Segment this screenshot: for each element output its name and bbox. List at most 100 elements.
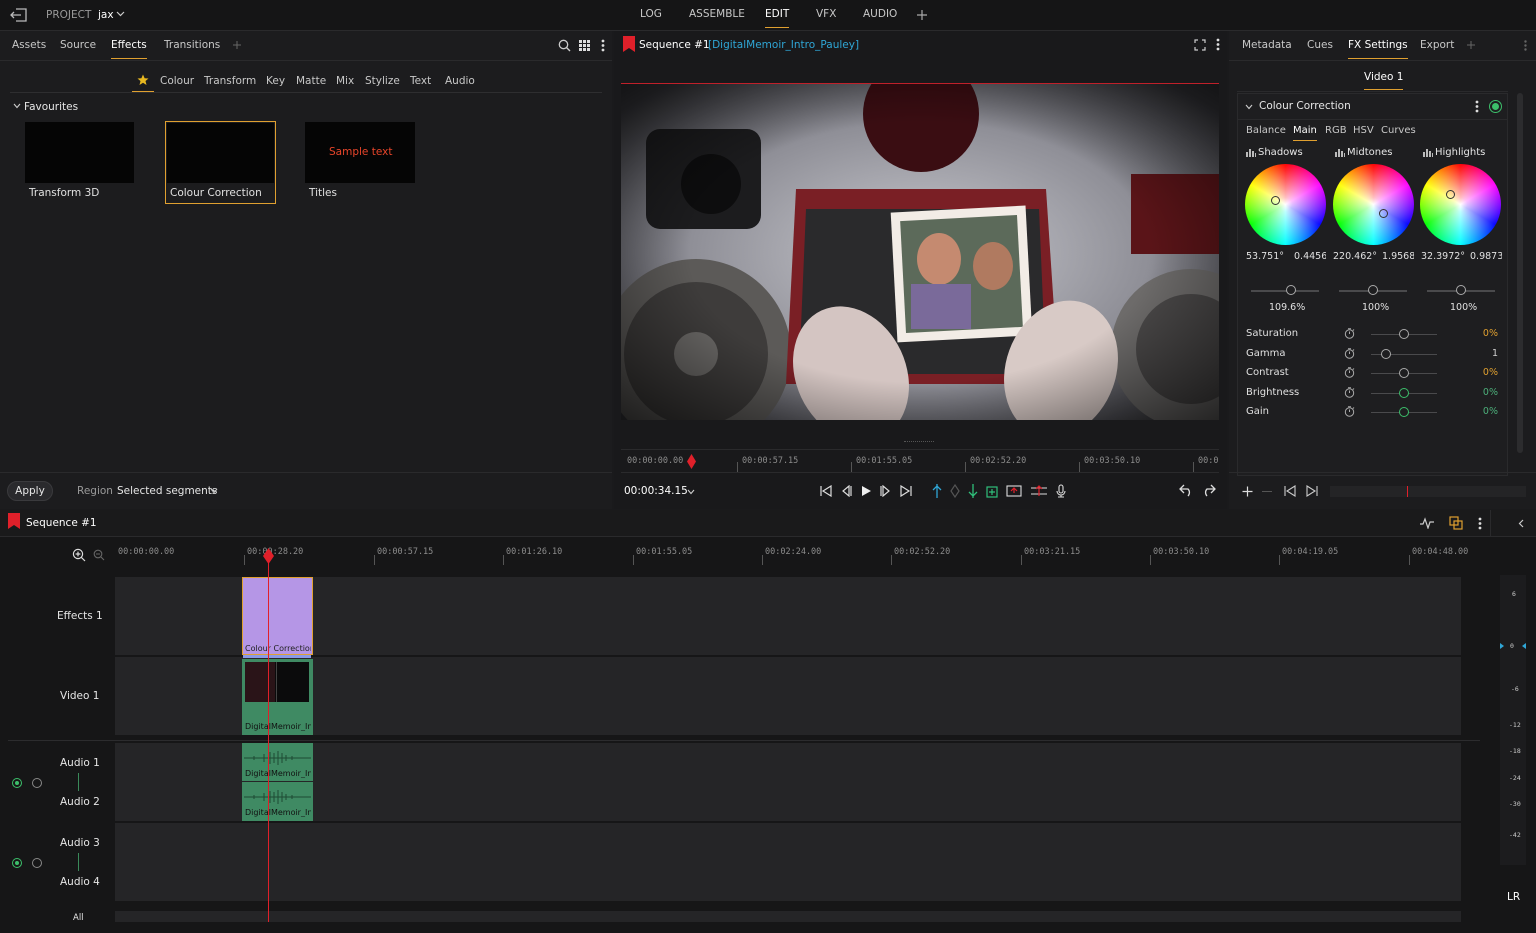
add-icon[interactable] [916, 9, 928, 21]
effect-tile-colour-correction[interactable]: Colour Correction [165, 121, 276, 204]
resize-handle[interactable] [904, 441, 934, 443]
add-effect-icon[interactable] [1242, 486, 1253, 497]
chevron-down-icon[interactable] [13, 103, 21, 109]
viewer-ruler[interactable]: 00:00:00.00 00:00:57.15 00:01:55.05 00:0… [621, 449, 1219, 473]
video-frame[interactable] [621, 83, 1219, 420]
shadows-color-wheel[interactable] [1245, 164, 1326, 245]
tab-transitions[interactable]: Transitions [164, 39, 220, 51]
category-stylize[interactable]: Stylize [365, 75, 400, 87]
category-matte[interactable]: Matte [296, 75, 326, 87]
project-name[interactable]: jax [98, 9, 114, 21]
track-audio-1-2[interactable] [115, 743, 1461, 821]
tab-metadata[interactable]: Metadata [1242, 39, 1292, 51]
mode-tab-edit[interactable]: EDIT [765, 8, 790, 28]
category-transform[interactable]: Transform [204, 75, 256, 87]
slider-knob[interactable] [1286, 285, 1296, 295]
midtones-color-wheel[interactable] [1333, 164, 1414, 245]
timecode-display[interactable]: 00:00:34.15 [624, 485, 688, 497]
shadows-level-slider[interactable] [1251, 290, 1319, 292]
slider-knob[interactable] [1399, 329, 1409, 339]
mode-balance[interactable]: Balance [1246, 125, 1286, 136]
zoom-out-icon[interactable] [93, 549, 105, 561]
zoom-in-icon[interactable] [72, 548, 86, 562]
keyframe-stopwatch-icon[interactable] [1344, 387, 1355, 398]
mode-tab-audio[interactable]: AUDIO [863, 8, 897, 20]
tab-export[interactable]: Export [1420, 39, 1454, 51]
apply-button[interactable]: Apply [7, 481, 53, 501]
keyframe-track[interactable] [1330, 486, 1526, 497]
tab-source[interactable]: Source [60, 39, 96, 51]
highlights-level[interactable]: 100% [1450, 302, 1477, 313]
slider-knob[interactable] [1399, 368, 1409, 378]
slider-knob[interactable] [1399, 388, 1409, 398]
region-select[interactable]: Selected segments [117, 485, 217, 497]
category-audio[interactable]: Audio [445, 75, 475, 87]
tab-video-1[interactable]: Video 1 [1364, 71, 1404, 90]
highlights-amount[interactable]: 0.9873 [1470, 251, 1502, 262]
search-icon[interactable] [558, 39, 571, 52]
favourites-star-icon[interactable] [132, 71, 154, 92]
redo-icon[interactable] [1201, 484, 1216, 497]
more-options-icon[interactable] [1216, 38, 1220, 51]
keyframe-stopwatch-icon[interactable] [1344, 328, 1355, 339]
keyframe-stopwatch-icon[interactable] [1344, 348, 1355, 359]
next-keyframe-icon[interactable] [1306, 485, 1318, 497]
effect-enable-toggle[interactable] [1489, 100, 1502, 113]
midtones-amount[interactable]: 1.9568 [1382, 251, 1414, 262]
track-all[interactable] [115, 911, 1461, 922]
more-options-icon[interactable] [1478, 517, 1482, 530]
monitor-toggle-on[interactable] [12, 778, 22, 788]
effect-tile-titles[interactable]: Sample text Titles [305, 122, 415, 202]
viewer-clip-name[interactable]: [DigitalMemoir_Intro_Pauley] [708, 39, 859, 51]
mode-main[interactable]: Main [1293, 125, 1317, 141]
chevron-down-icon[interactable] [116, 11, 125, 17]
highlights-color-wheel[interactable] [1420, 164, 1501, 245]
add-tab-icon[interactable] [232, 40, 242, 50]
remove-effect-icon[interactable] [1262, 491, 1272, 492]
chevron-down-icon[interactable] [687, 489, 695, 495]
add-marker-icon[interactable] [986, 485, 998, 498]
effect-tile-transform-3d[interactable]: Transform 3D [25, 122, 135, 202]
chevron-down-icon[interactable] [210, 488, 218, 494]
lift-icon[interactable] [1006, 485, 1022, 497]
track-video-1[interactable] [115, 657, 1461, 735]
voiceover-mic-icon[interactable] [1056, 484, 1066, 498]
shadows-angle[interactable]: 53.751° [1246, 251, 1284, 262]
mode-tab-assemble[interactable]: ASSEMBLE [689, 8, 745, 20]
exit-icon[interactable] [10, 8, 28, 22]
shadows-level[interactable]: 109.6% [1269, 302, 1305, 313]
scrollbar[interactable] [1517, 93, 1523, 453]
step-back-icon[interactable] [840, 485, 852, 497]
mode-rgb[interactable]: RGB [1325, 125, 1347, 136]
go-to-start-icon[interactable] [820, 485, 832, 497]
midtones-angle[interactable]: 220.462° [1333, 251, 1377, 262]
collapse-left-icon[interactable] [1518, 519, 1524, 528]
clip-video[interactable]: DigitalMemoir_Intro_Pauley [242, 659, 313, 735]
mode-hsv[interactable]: HSV [1353, 125, 1374, 136]
param-value[interactable]: 0% [1478, 367, 1498, 378]
play-icon[interactable] [860, 485, 872, 497]
previous-keyframe-icon[interactable] [1284, 485, 1296, 497]
clear-marks-icon[interactable] [950, 484, 960, 498]
slider-knob[interactable] [1456, 285, 1466, 295]
shadows-amount[interactable]: 0.4456 [1294, 251, 1326, 262]
midtones-level[interactable]: 100% [1362, 302, 1389, 313]
overlap-toggle-icon[interactable] [1449, 516, 1463, 530]
fullscreen-icon[interactable] [1194, 39, 1206, 51]
solo-toggle[interactable] [32, 858, 42, 868]
waveform-toggle-icon[interactable] [1420, 517, 1434, 529]
extract-icon[interactable] [1030, 485, 1048, 497]
more-options-icon[interactable] [601, 39, 605, 52]
highlights-angle[interactable]: 32.3972° [1421, 251, 1465, 262]
mode-curves[interactable]: Curves [1381, 125, 1416, 136]
keyframe-stopwatch-icon[interactable] [1344, 367, 1355, 378]
tab-assets[interactable]: Assets [12, 39, 46, 51]
more-options-icon[interactable] [1524, 40, 1527, 51]
category-key[interactable]: Key [266, 75, 285, 87]
param-value[interactable]: 1 [1478, 348, 1498, 359]
slider-knob[interactable] [1368, 285, 1378, 295]
slider-knob[interactable] [1381, 349, 1391, 359]
mark-in-icon[interactable] [932, 484, 942, 498]
category-colour[interactable]: Colour [160, 75, 194, 87]
undo-icon[interactable] [1179, 484, 1194, 497]
